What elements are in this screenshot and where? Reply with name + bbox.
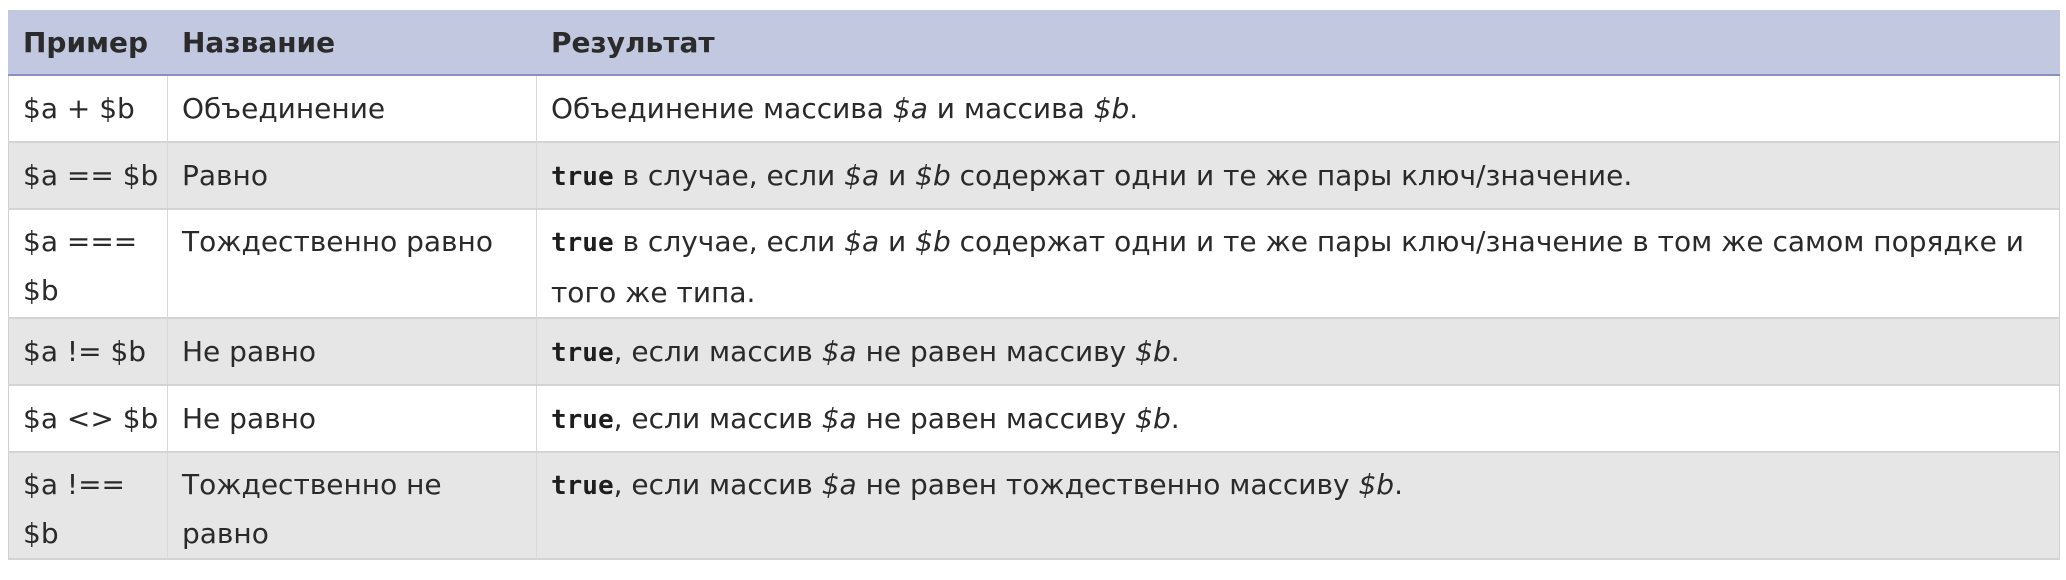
result-text: , если массив	[613, 402, 822, 435]
keyword-true: true	[551, 162, 614, 192]
name-cell: Тождественно равно	[167, 209, 537, 319]
variable-name: $a	[821, 335, 857, 368]
example-cell: $a !== $b	[8, 452, 168, 560]
table-row: $a + $b Объединение Объединение массива …	[8, 75, 2060, 143]
table-row: $a != $b Не равно true, если массив $a н…	[8, 318, 2060, 386]
table-header-row: Пример Название Результат	[8, 10, 2060, 75]
table-row: $a == $b Равно true в случае, если $a и …	[8, 142, 2060, 210]
variable-name: $b	[915, 225, 951, 258]
keyword-true: true	[551, 405, 614, 435]
column-header-example: Пример	[8, 10, 168, 75]
result-text: и массива	[927, 92, 1094, 125]
column-header-name: Название	[167, 10, 537, 75]
name-cell: Равно	[167, 142, 537, 210]
table-row: $a !== $b Тождественно не равно true, ес…	[8, 452, 2060, 560]
name-cell: Объединение	[167, 75, 537, 143]
variable-name: $b	[915, 159, 951, 192]
example-cell: $a == $b	[8, 142, 168, 210]
result-text: не равен тождественно массиву	[856, 468, 1359, 501]
keyword-true: true	[551, 228, 614, 258]
result-text: .	[1170, 402, 1180, 435]
name-cell: Не равно	[167, 318, 537, 386]
result-text: не равен массиву	[856, 335, 1136, 368]
table-row: $a <> $b Не равно true, если массив $a н…	[8, 385, 2060, 453]
variable-name: $b	[1093, 92, 1130, 125]
variable-name: $a	[821, 468, 857, 501]
variable-name: $b	[1135, 402, 1171, 435]
example-cell: $a <> $b	[8, 385, 168, 453]
example-cell: $a === $b	[8, 209, 168, 319]
result-text: Объединение массива	[551, 92, 893, 125]
example-cell: $a + $b	[8, 75, 168, 143]
result-text: содержат одни и те же пары ключ/значение…	[950, 159, 1633, 192]
result-text: и	[879, 225, 916, 258]
result-text: .	[1170, 335, 1180, 368]
result-cell: true, если массив $a не равен массиву $b…	[536, 385, 2060, 453]
array-operators-table: Пример Название Результат $a + $b Объеди…	[8, 10, 2060, 560]
name-cell: Тождественно не равно	[167, 452, 537, 560]
variable-name: $a	[892, 92, 928, 125]
result-cell: Объединение массива $a и массива $b.	[536, 75, 2060, 143]
variable-name: $a	[844, 225, 880, 258]
example-cell: $a != $b	[8, 318, 168, 386]
table-body: $a + $b Объединение Объединение массива …	[8, 75, 2060, 560]
result-text: , если массив	[613, 335, 822, 368]
variable-name: $b	[1135, 335, 1171, 368]
variable-name: $a	[844, 159, 880, 192]
name-cell: Не равно	[167, 385, 537, 453]
result-cell: true в случае, если $a и $b содержат одн…	[536, 209, 2060, 319]
result-cell: true, если массив $a не равен массиву $b…	[536, 318, 2060, 386]
keyword-true: true	[551, 338, 614, 368]
keyword-true: true	[551, 471, 614, 501]
variable-name: $b	[1358, 468, 1395, 501]
table-row: $a === $b Тождественно равно true в случ…	[8, 209, 2060, 319]
result-text: в случае, если	[613, 159, 845, 192]
result-text: и	[879, 159, 916, 192]
result-text: не равен массиву	[856, 402, 1136, 435]
variable-name: $a	[821, 402, 857, 435]
table-caption-cropped	[0, 0, 2066, 10]
column-header-result: Результат	[536, 10, 2060, 75]
result-cell: true, если массив $a не равен тождествен…	[536, 452, 2060, 560]
result-text: .	[1129, 92, 1139, 125]
result-cell: true в случае, если $a и $b содержат одн…	[536, 142, 2060, 210]
table-header: Пример Название Результат	[8, 10, 2060, 75]
result-text: в случае, если	[613, 225, 845, 258]
result-text: .	[1394, 468, 1403, 501]
result-text: , если массив	[613, 468, 822, 501]
